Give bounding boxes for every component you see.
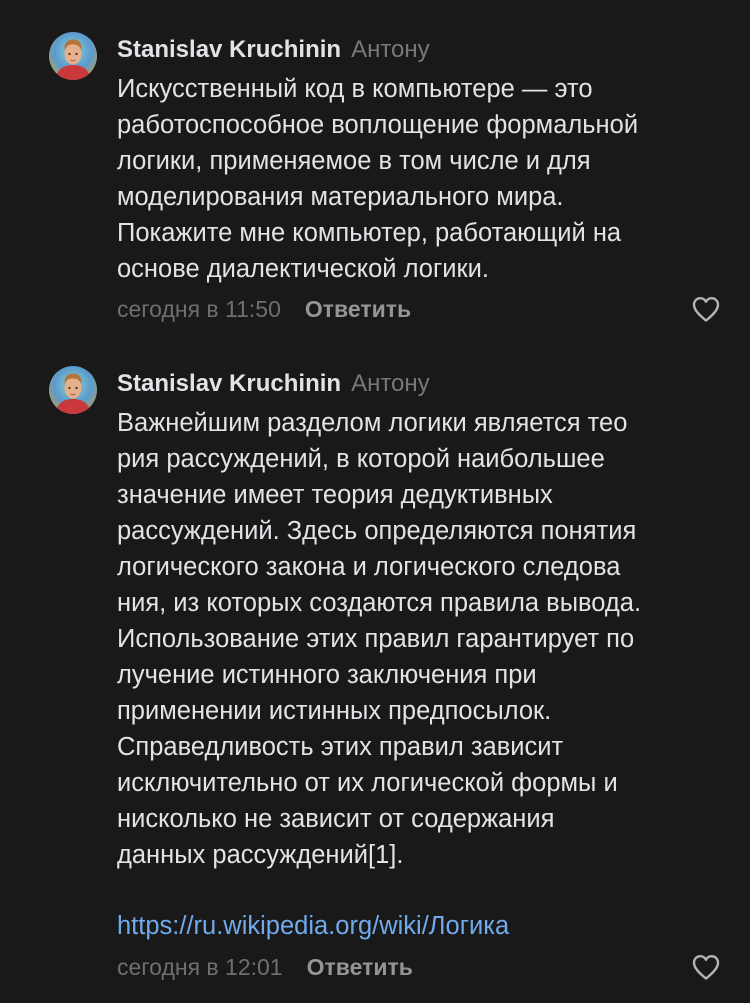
heart-outline-icon[interactable] xyxy=(691,295,721,323)
comment-header: Stanislav Kruchinin Антону xyxy=(117,369,430,399)
reply-button[interactable]: Ответить xyxy=(307,954,413,980)
avatar-portrait-icon xyxy=(49,366,97,414)
comment-footer: сегодня в 11:50 Ответить xyxy=(117,294,411,324)
avatar[interactable] xyxy=(49,32,97,80)
author-name[interactable]: Stanislav Kruchinin xyxy=(117,370,341,397)
avatar-portrait-icon xyxy=(49,32,97,80)
author-name[interactable]: Stanislav Kruchinin xyxy=(117,36,341,63)
comment-header: Stanislav Kruchinin Антону xyxy=(117,35,430,65)
comment-text: Важнейшим разделом логики является тео р… xyxy=(117,409,642,869)
heart-outline-icon[interactable] xyxy=(691,953,721,981)
comment-footer: сегодня в 12:01 Ответить xyxy=(117,952,413,982)
comment-text: Искусственный код в компьютере — это раб… xyxy=(117,75,639,283)
reply-to-name[interactable]: Антону xyxy=(351,36,430,63)
avatar[interactable] xyxy=(49,366,97,414)
comment-time[interactable]: сегодня в 11:50 xyxy=(117,296,281,322)
reply-to-name[interactable]: Антону xyxy=(351,370,430,397)
comment-time[interactable]: сегодня в 12:01 xyxy=(117,954,283,980)
reply-button[interactable]: Ответить xyxy=(305,296,411,322)
wikipedia-link[interactable]: https://ru.wikipedia.org/wiki/Логика xyxy=(117,908,509,944)
